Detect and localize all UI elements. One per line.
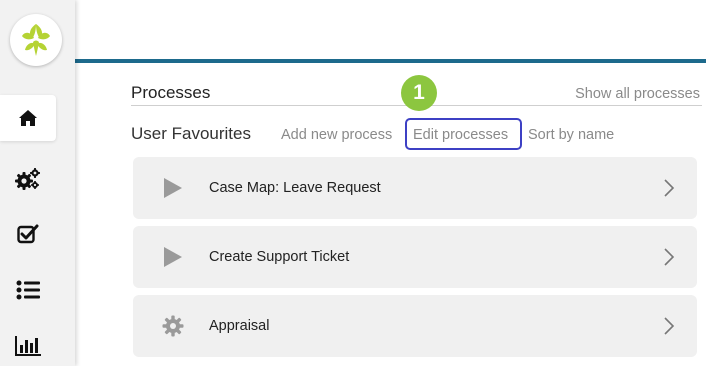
process-label: Case Map: Leave Request [209, 180, 381, 196]
sort-by-name-link[interactable]: Sort by name [528, 127, 614, 143]
process-card[interactable]: Create Support Ticket [133, 226, 697, 288]
step-badge: 1 [401, 75, 437, 111]
sidebar-item-list[interactable] [0, 267, 56, 313]
home-icon [19, 110, 37, 126]
process-card[interactable]: Case Map: Leave Request [133, 157, 697, 219]
app-logo[interactable] [10, 14, 62, 66]
ivy-leaf-icon [22, 24, 50, 56]
header-accent-bar [75, 59, 706, 63]
gears-icon [15, 168, 40, 190]
list-icon [16, 280, 40, 300]
gear-icon [161, 314, 185, 338]
add-new-process-link[interactable]: Add new process [281, 127, 392, 143]
edit-processes-highlight [405, 118, 522, 150]
chevron-right-icon [664, 317, 675, 335]
sidebar-item-home[interactable] [0, 95, 56, 141]
process-label: Create Support Ticket [209, 249, 350, 265]
section-title: Processes [131, 83, 211, 102]
chevron-right-icon [664, 179, 675, 197]
sidebar-item-processes[interactable] [0, 156, 56, 202]
sidebar-item-tasks[interactable] [0, 211, 56, 257]
process-card[interactable]: Appraisal [133, 295, 697, 357]
play-icon [161, 245, 185, 269]
sidebar-item-statistics[interactable] [0, 323, 56, 366]
favourites-title: User Favourites [131, 124, 251, 143]
sidebar [0, 0, 75, 366]
show-all-processes-link[interactable]: Show all processes [575, 86, 700, 102]
chart-icon [15, 336, 41, 356]
chevron-right-icon [664, 248, 675, 266]
play-icon [161, 176, 185, 200]
checkbox-icon [17, 224, 39, 244]
process-label: Appraisal [209, 318, 270, 334]
